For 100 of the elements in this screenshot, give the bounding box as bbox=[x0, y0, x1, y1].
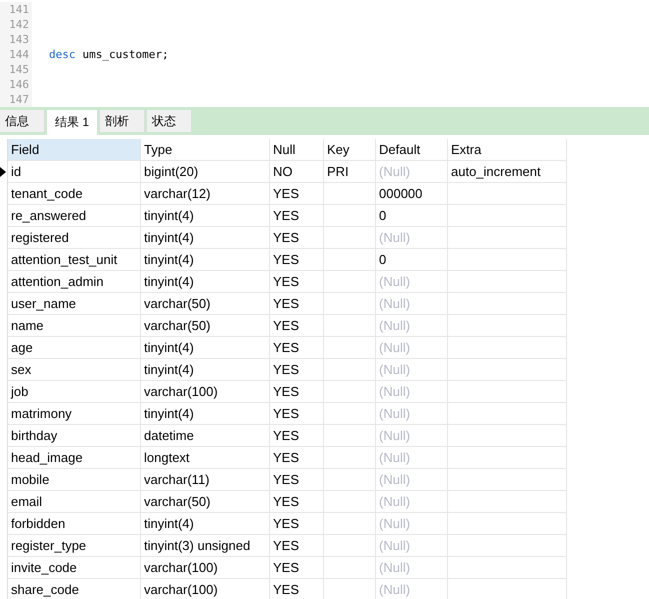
table-cell: varchar(100) bbox=[141, 579, 270, 599]
column-header[interactable]: Extra bbox=[448, 139, 567, 161]
table-cell: YES bbox=[270, 315, 324, 337]
table-cell: YES bbox=[270, 271, 324, 293]
table-cell: mobile bbox=[8, 469, 141, 491]
sql-keyword: desc bbox=[49, 48, 76, 61]
table-cell: PRI bbox=[324, 161, 376, 183]
table-cell: tinyint(4) bbox=[141, 205, 270, 227]
table-cell: (Null) bbox=[376, 271, 448, 293]
table-cell: YES bbox=[270, 249, 324, 271]
table-cell: auto_increment bbox=[448, 161, 567, 183]
empty-cell bbox=[324, 403, 376, 425]
table-cell: varchar(50) bbox=[141, 293, 270, 315]
table-cell: job bbox=[8, 381, 141, 403]
table-cell: tinyint(4) bbox=[141, 227, 270, 249]
empty-cell bbox=[324, 425, 376, 447]
table-cell: NO bbox=[270, 161, 324, 183]
result-tab[interactable]: 信息 bbox=[0, 110, 45, 132]
empty-cell bbox=[324, 535, 376, 557]
table-cell: YES bbox=[270, 447, 324, 469]
table-cell: (Null) bbox=[376, 293, 448, 315]
empty-cell bbox=[324, 447, 376, 469]
empty-cell bbox=[324, 293, 376, 315]
line-number: 146 bbox=[9, 78, 30, 91]
line-number: 144 bbox=[9, 48, 30, 61]
table-cell: (Null) bbox=[376, 535, 448, 557]
table-cell: (Null) bbox=[376, 513, 448, 535]
table-cell: tenant_code bbox=[8, 183, 141, 205]
table-cell: bigint(20) bbox=[141, 161, 270, 183]
empty-cell bbox=[324, 227, 376, 249]
table-cell: (Null) bbox=[376, 557, 448, 579]
table-cell: YES bbox=[270, 381, 324, 403]
table-cell: YES bbox=[270, 491, 324, 513]
column-header[interactable]: Null bbox=[270, 139, 324, 161]
table-cell: registered bbox=[8, 227, 141, 249]
table-cell: (Null) bbox=[376, 447, 448, 469]
table-cell: 0 bbox=[376, 249, 448, 271]
column-header[interactable]: Key bbox=[324, 139, 376, 161]
table-cell: (Null) bbox=[376, 579, 448, 599]
row-indicator[interactable] bbox=[0, 161, 8, 183]
table-cell: YES bbox=[270, 403, 324, 425]
table-cell: YES bbox=[270, 425, 324, 447]
table-cell: YES bbox=[270, 513, 324, 535]
table-cell: (Null) bbox=[376, 227, 448, 249]
table-cell: varchar(100) bbox=[141, 557, 270, 579]
line-number: 147 bbox=[9, 93, 30, 106]
table-cell: user_name bbox=[8, 293, 141, 315]
table-cell: matrimony bbox=[8, 403, 141, 425]
column-header[interactable]: Type bbox=[141, 139, 270, 161]
column-header[interactable]: Field bbox=[8, 139, 141, 161]
table-cell: forbidden bbox=[8, 513, 141, 535]
table-cell: YES bbox=[270, 359, 324, 381]
table-cell: tinyint(4) bbox=[141, 271, 270, 293]
result-tab[interactable]: 剖析 bbox=[100, 110, 146, 132]
table-cell: register_type bbox=[8, 535, 141, 557]
table-cell: attention_test_unit bbox=[8, 249, 141, 271]
table-cell: (Null) bbox=[376, 403, 448, 425]
line-number: 142 bbox=[9, 18, 30, 31]
current-row-icon bbox=[0, 167, 6, 177]
empty-cell bbox=[324, 557, 376, 579]
table-cell: 0 bbox=[376, 205, 448, 227]
table-cell: YES bbox=[270, 469, 324, 491]
result-tab[interactable]: 状态 bbox=[147, 110, 192, 132]
table-cell: invite_code bbox=[8, 557, 141, 579]
empty-cell bbox=[324, 315, 376, 337]
empty-cell bbox=[324, 205, 376, 227]
table-cell: varchar(100) bbox=[141, 381, 270, 403]
table-cell: YES bbox=[270, 557, 324, 579]
table-cell: share_code bbox=[8, 579, 141, 599]
table-cell: 000000 bbox=[376, 183, 448, 205]
empty-cell bbox=[324, 469, 376, 491]
table-cell: varchar(12) bbox=[141, 183, 270, 205]
column-header[interactable]: Default bbox=[376, 139, 448, 161]
empty-cell bbox=[324, 249, 376, 271]
table-cell: (Null) bbox=[376, 161, 448, 183]
table-cell: (Null) bbox=[376, 359, 448, 381]
result-tab[interactable]: 结果 1 bbox=[47, 110, 98, 135]
table-cell: YES bbox=[270, 293, 324, 315]
table-cell: YES bbox=[270, 535, 324, 557]
empty-cell bbox=[324, 183, 376, 205]
code-text: ums_customer; bbox=[82, 48, 169, 61]
table-cell: varchar(50) bbox=[141, 491, 270, 513]
empty-cell bbox=[324, 513, 376, 535]
table-cell: tinyint(4) bbox=[141, 337, 270, 359]
table-cell: tinyint(4) bbox=[141, 249, 270, 271]
table-cell: attention_admin bbox=[8, 271, 141, 293]
table-cell: datetime bbox=[141, 425, 270, 447]
table-cell: (Null) bbox=[376, 491, 448, 513]
table-cell: name bbox=[8, 315, 141, 337]
table-cell: birthday bbox=[8, 425, 141, 447]
table-cell: head_image bbox=[8, 447, 141, 469]
table-cell: sex bbox=[8, 359, 141, 381]
table-cell: id bbox=[8, 161, 141, 183]
line-number: 145 bbox=[9, 63, 30, 76]
table-cell: YES bbox=[270, 183, 324, 205]
table-cell: YES bbox=[270, 579, 324, 599]
line-number: 143 bbox=[9, 33, 30, 46]
table-cell: YES bbox=[270, 227, 324, 249]
table-cell: email bbox=[8, 491, 141, 513]
table-cell: (Null) bbox=[376, 425, 448, 447]
